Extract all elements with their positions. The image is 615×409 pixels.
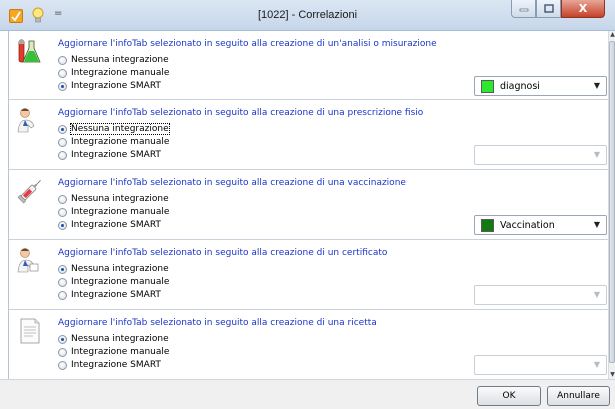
section-heading: Aggiornare l'infoTab selezionato in segu… [58, 108, 424, 118]
section-certificate: Aggiornare l'infoTab selezionato in segu… [9, 240, 608, 310]
doctor-certificate-icon [15, 246, 45, 276]
radio-button[interactable] [58, 68, 67, 78]
scroll-up-icon[interactable]: ▲ [609, 31, 615, 39]
radio-button[interactable] [58, 194, 67, 204]
radio-label: Integrazione manuale [71, 277, 170, 287]
radio-button[interactable] [58, 207, 67, 217]
minimize-button[interactable] [511, 0, 536, 18]
correlations-panel: Aggiornare l'infoTab selezionato in segu… [8, 31, 608, 379]
radio-none[interactable]: Nessuna integrazione [58, 263, 169, 275]
dropdown-arrow-icon: ▼ [593, 81, 600, 90]
cancel-button[interactable]: Annullare [547, 386, 610, 406]
radio-label: Integrazione manuale [71, 347, 170, 357]
radio-button[interactable] [58, 264, 67, 274]
radio-label: Integrazione SMART [71, 81, 161, 91]
infotab-select-certificate[interactable]: ▼ [474, 285, 607, 305]
scroll-down-icon[interactable]: ▼ [609, 371, 615, 379]
dialog-footer: OK Annullare [0, 379, 615, 409]
radio-button[interactable] [58, 55, 67, 65]
radio-manual[interactable]: Integrazione manuale [58, 206, 169, 218]
radio-label: Integrazione SMART [71, 150, 161, 160]
close-button[interactable]: X [561, 0, 605, 18]
radio-label: Integrazione manuale [71, 68, 170, 78]
infotab-select-analysis[interactable]: diagnosi ▼ [474, 76, 607, 96]
radio-label: Integrazione SMART [71, 290, 161, 300]
section-heading: Aggiornare l'infoTab selezionato in segu… [58, 248, 388, 258]
radio-label: Nessuna integrazione [71, 334, 169, 344]
ok-button[interactable]: OK [477, 386, 541, 406]
radio-manual[interactable]: Integrazione manuale [58, 276, 169, 288]
section-vaccination: Aggiornare l'infoTab selezionato in segu… [9, 170, 608, 240]
physio-person-icon [15, 106, 45, 136]
infotab-select-vaccination[interactable]: Vaccination ▼ [474, 215, 607, 235]
radio-button[interactable] [58, 334, 67, 344]
radio-button[interactable] [58, 277, 67, 287]
dropdown-arrow-icon: ▼ [593, 220, 600, 229]
select-value: diagnosi [500, 80, 540, 92]
radio-label: Integrazione manuale [71, 207, 170, 217]
section-analysis: Aggiornare l'infoTab selezionato in segu… [9, 31, 608, 100]
dropdown-arrow-icon: ▼ [593, 290, 600, 299]
radio-button[interactable] [58, 360, 67, 370]
vertical-scrollbar[interactable]: ▲ ▼ [608, 31, 615, 379]
section-heading: Aggiornare l'infoTab selezionato in segu… [58, 318, 377, 328]
dropdown-arrow-icon: ▼ [593, 360, 600, 369]
scrollbar-thumb[interactable] [609, 41, 615, 363]
section-heading: Aggiornare l'infoTab selezionato in segu… [58, 178, 406, 188]
radio-smart[interactable]: Integrazione SMART [58, 359, 161, 371]
close-icon: X [578, 2, 588, 15]
color-swatch [481, 218, 494, 232]
section-physio: Aggiornare l'infoTab selezionato in segu… [9, 100, 608, 170]
section-heading: Aggiornare l'infoTab selezionato in segu… [58, 39, 437, 49]
radio-label: Nessuna integrazione [71, 194, 169, 204]
radio-label: Integrazione SMART [71, 220, 161, 230]
radio-manual[interactable]: Integrazione manuale [58, 67, 169, 79]
radio-none[interactable]: Nessuna integrazione [58, 193, 169, 205]
title-bar: = [1022] - Correlazioni X [0, 0, 615, 31]
radio-button[interactable] [58, 220, 67, 230]
radio-none[interactable]: Nessuna integrazione [58, 54, 169, 66]
radio-none[interactable]: Nessuna integrazione [58, 333, 169, 345]
color-swatch [481, 79, 494, 93]
radio-button[interactable] [58, 137, 67, 147]
radio-label: Integrazione SMART [71, 360, 161, 370]
radio-button[interactable] [58, 290, 67, 300]
radio-smart[interactable]: Integrazione SMART [58, 149, 161, 161]
radio-none[interactable]: Nessuna integrazione [58, 123, 170, 135]
dropdown-arrow-icon: ▼ [593, 150, 600, 159]
lab-flask-icon [15, 37, 45, 67]
section-prescription: Aggiornare l'infoTab selezionato in segu… [9, 310, 608, 379]
radio-label: Nessuna integrazione [71, 264, 169, 274]
radio-label: Nessuna integrazione [70, 123, 170, 135]
radio-manual[interactable]: Integrazione manuale [58, 346, 169, 358]
minimize-icon [519, 8, 528, 11]
prescription-document-icon [15, 316, 45, 346]
infotab-select-physio[interactable]: ▼ [474, 145, 607, 165]
window-controls: X [511, 0, 605, 19]
radio-label: Integrazione manuale [71, 137, 170, 147]
radio-button[interactable] [58, 150, 67, 160]
radio-button[interactable] [58, 81, 67, 91]
radio-smart[interactable]: Integrazione SMART [58, 219, 161, 231]
radio-manual[interactable]: Integrazione manuale [58, 136, 169, 148]
infotab-select-prescription[interactable]: ▼ [474, 355, 607, 375]
radio-smart[interactable]: Integrazione SMART [58, 80, 161, 92]
radio-smart[interactable]: Integrazione SMART [58, 289, 161, 301]
radio-label: Nessuna integrazione [71, 55, 169, 65]
syringe-icon [15, 176, 45, 206]
radio-button[interactable] [58, 347, 67, 357]
maximize-button[interactable] [536, 0, 561, 18]
radio-button[interactable] [58, 124, 67, 134]
select-value: Vaccination [500, 219, 555, 231]
maximize-icon [543, 4, 554, 13]
